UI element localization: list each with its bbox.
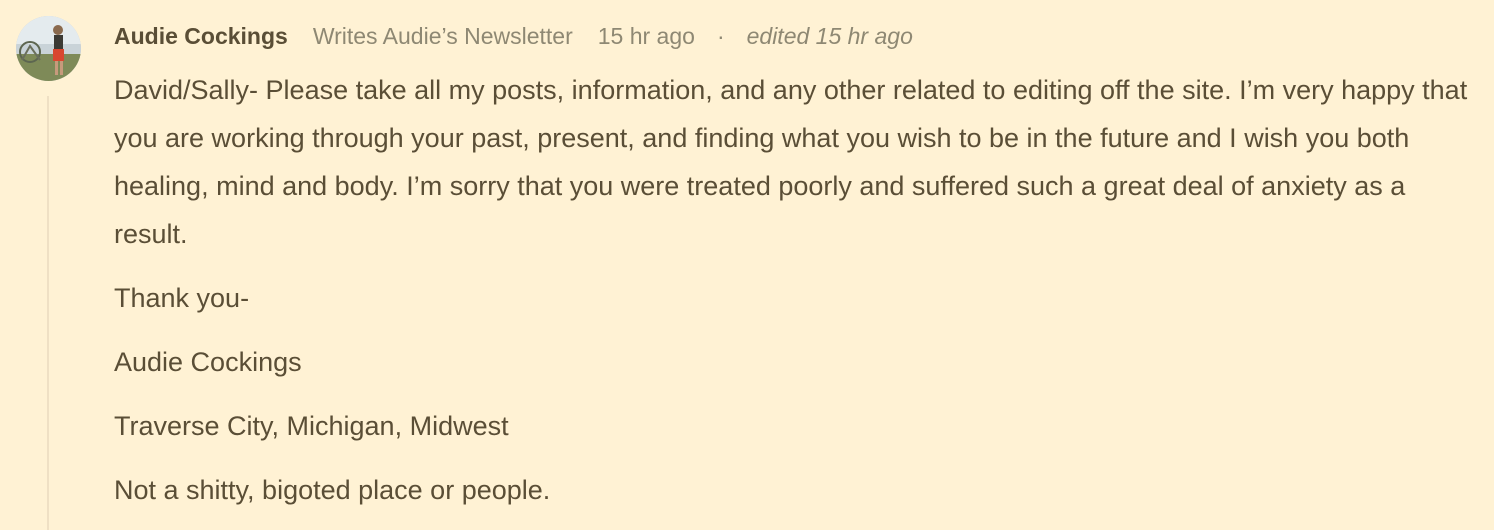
author-name[interactable]: Audie Cockings [114, 23, 288, 50]
comment-body: David/Sally- Please take all my posts, i… [114, 66, 1474, 530]
thread-line [47, 96, 49, 530]
avatar[interactable] [16, 16, 81, 81]
comment-paragraph: Not a shitty, bigoted place or people. [114, 475, 551, 505]
comment-paragraph: Thank you- [114, 283, 250, 313]
comment-paragraph: David/Sally- Please take all my posts, i… [114, 75, 1468, 249]
avatar-photo [16, 16, 81, 81]
comment-paragraph: Traverse City, Michigan, Midwest [114, 411, 509, 441]
comment-timestamp[interactable]: 15 hr ago [598, 23, 695, 50]
edited-label: edited 15 hr ago [746, 22, 913, 49]
separator-dot: · [716, 22, 725, 49]
comment-paragraph: Audie Cockings [114, 347, 302, 377]
comment-header: Audie Cockings Writes Audie’s Newsletter… [114, 21, 913, 51]
publication-link[interactable]: Writes Audie’s Newsletter [313, 23, 573, 50]
